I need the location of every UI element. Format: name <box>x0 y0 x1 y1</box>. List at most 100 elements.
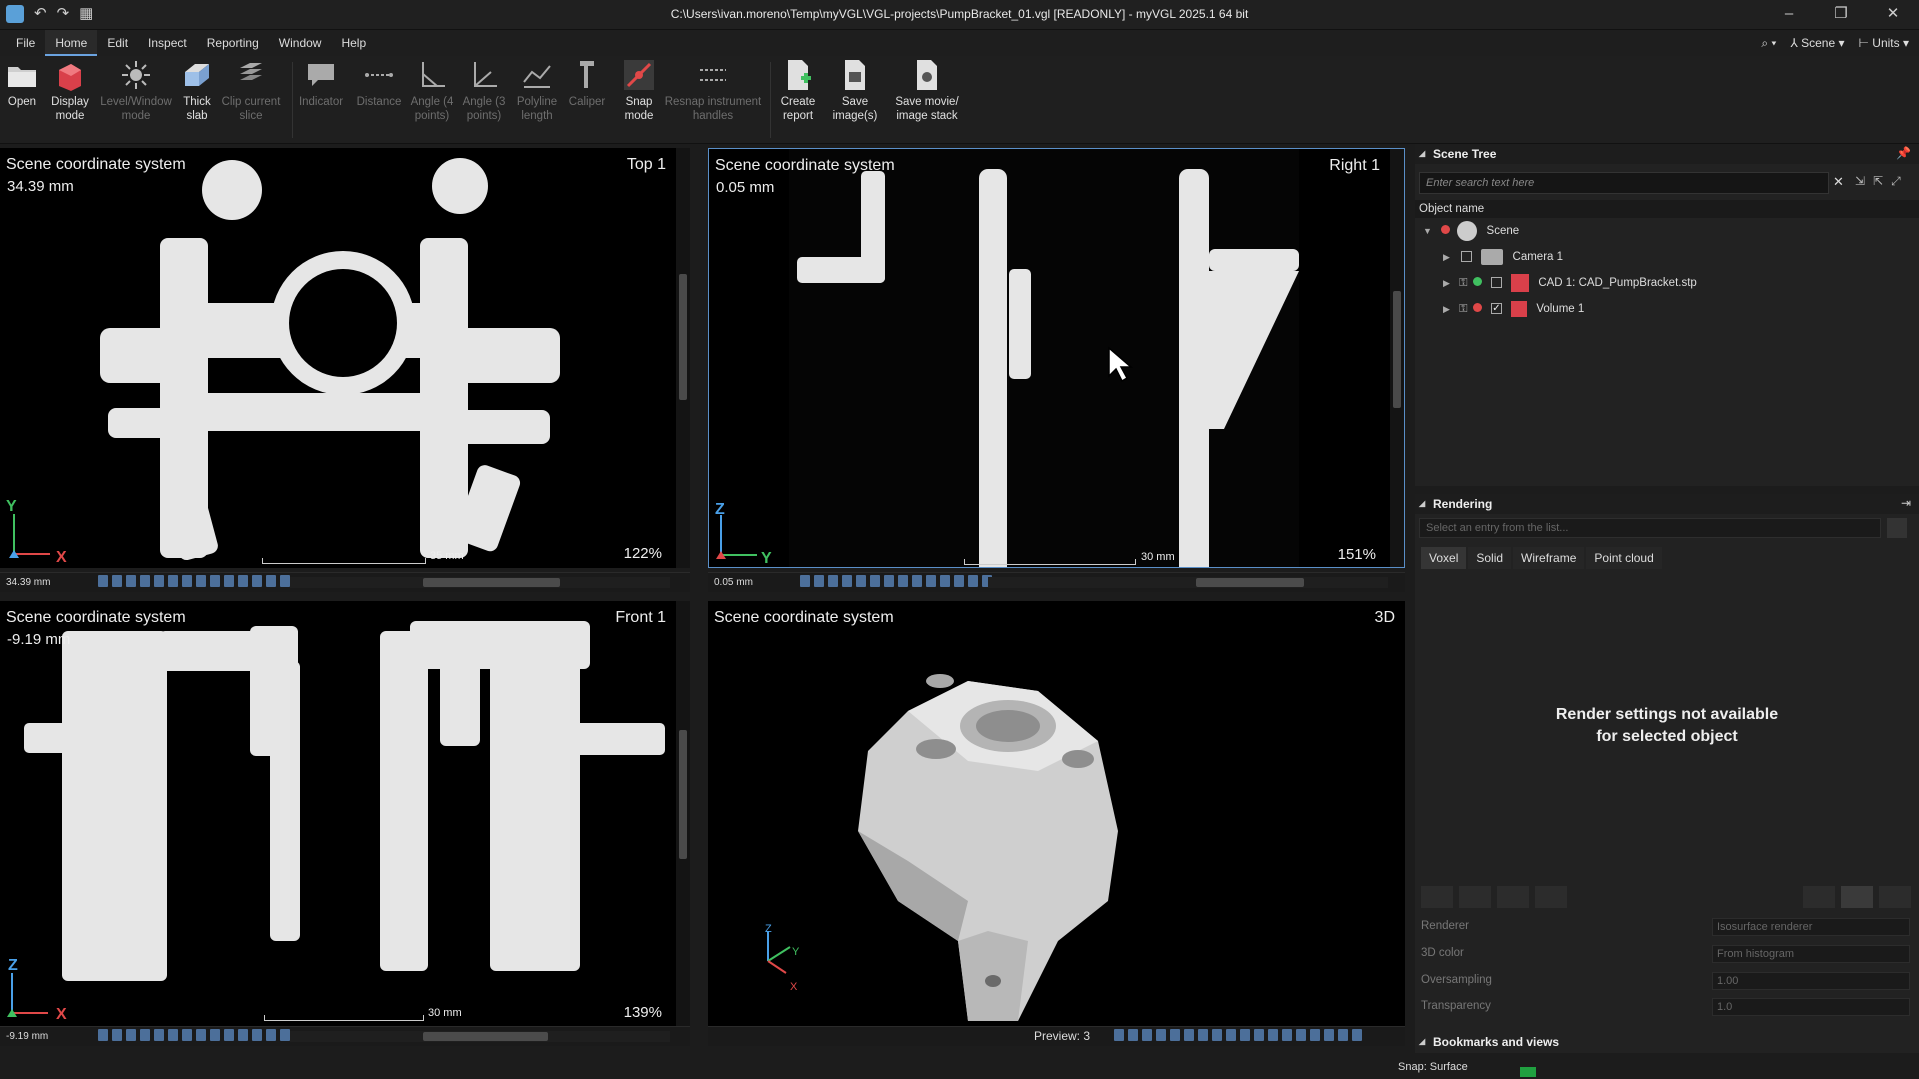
menu-help[interactable]: Help <box>331 30 376 56</box>
search-icon[interactable]: ⌕ ▾ <box>1761 30 1776 56</box>
menu-file[interactable]: File <box>6 30 45 56</box>
viewport-right[interactable]: Scene coordinate system 0.05 mm Right 1 … <box>708 148 1405 568</box>
slice-position: -9.19 mm <box>7 631 71 648</box>
scene-tree-search-input[interactable]: Enter search text here <box>1419 172 1829 194</box>
bookmarks-title[interactable]: Bookmarks and views <box>1415 1032 1919 1052</box>
scrollbar-thumb[interactable] <box>1196 578 1304 587</box>
scene-dropdown[interactable]: ⅄ Scene ▾ <box>1790 30 1844 56</box>
pin-icon[interactable]: ⇥ <box>1901 496 1911 510</box>
distance-button[interactable]: Distance <box>352 58 406 109</box>
menu-home[interactable]: Home <box>45 30 98 56</box>
tree-item-scene[interactable]: ▼ Scene <box>1423 220 1519 242</box>
create-report-button[interactable]: Create report <box>776 58 820 123</box>
tree-item-volume[interactable]: ▶ ⚿ ✓ Volume 1 <box>1443 298 1584 320</box>
tab-wireframe[interactable]: Wireframe <box>1513 547 1585 569</box>
scene-tree-title[interactable]: Scene Tree <box>1415 144 1919 164</box>
scrollbar-thumb[interactable] <box>423 578 560 587</box>
close-button[interactable]: ✕ <box>1867 0 1919 30</box>
slice-scrollbar[interactable] <box>290 577 670 588</box>
visibility-checkbox[interactable] <box>1461 251 1473 263</box>
resnap-button[interactable]: Resnap instrument handles <box>660 58 766 123</box>
tree-toolbar[interactable]: ⇲ ⇱ ⤢ <box>1855 174 1901 189</box>
indicator-button[interactable]: Indicator <box>297 58 345 109</box>
save-preset-icon[interactable] <box>1887 518 1907 538</box>
snap-mode-button[interactable]: Snap mode <box>618 58 660 123</box>
chevron-down-icon[interactable]: ▼ <box>1423 226 1432 236</box>
units-dropdown[interactable]: ⊢ Units ▾ <box>1859 30 1910 56</box>
clip-slice-button[interactable]: Clip current slice <box>218 58 284 123</box>
viewport-3d[interactable]: Scene coordinate system 3D Z Y X <box>708 601 1405 1026</box>
viewport-vertical-scrollbar[interactable] <box>676 148 690 568</box>
tree-column-header[interactable]: Object name <box>1415 200 1919 218</box>
status-dot-icon <box>1441 225 1451 234</box>
collapse-icon[interactable]: ⇱ <box>1873 174 1883 189</box>
filter-icon[interactable]: ⤢ <box>1891 174 1901 189</box>
axis-label-z: Z <box>8 957 18 974</box>
preview-level[interactable]: Preview: 3 <box>1034 1029 1090 1043</box>
status-indicator <box>1520 1067 1536 1077</box>
viewport-top[interactable]: Scene coordinate system 34.39 mm Top 1 1… <box>0 148 690 568</box>
slice-position-field[interactable]: 0.05 mm <box>714 576 794 590</box>
3d-color-select[interactable]: From histogram <box>1712 945 1910 963</box>
scrollbar-thumb[interactable] <box>423 1032 549 1041</box>
viewport-tool-icons[interactable] <box>1114 1029 1362 1041</box>
caliper-button[interactable]: Caliper <box>566 58 608 109</box>
scrollbar-thumb[interactable] <box>1393 291 1401 409</box>
menu-window[interactable]: Window <box>269 30 332 56</box>
slice-scrollbar[interactable] <box>988 577 1388 588</box>
chevron-right-icon[interactable]: ▶ <box>1443 304 1450 314</box>
tab-voxel[interactable]: Voxel <box>1421 547 1467 569</box>
slice-position-field[interactable]: -9.19 mm <box>6 1030 86 1044</box>
viewport-tool-icons[interactable] <box>98 1029 290 1041</box>
angle-3-button[interactable]: Angle (3 points) <box>460 58 508 123</box>
tree-item-camera[interactable]: ▶ Camera 1 <box>1443 246 1563 268</box>
polyline-button[interactable]: Polyline length <box>512 58 562 123</box>
lock-icon[interactable]: ⚿ <box>1459 303 1467 315</box>
minimize-button[interactable]: – <box>1763 0 1815 30</box>
clear-search-icon[interactable]: ✕ <box>1833 174 1844 190</box>
viewport-tool-icons[interactable] <box>98 575 290 587</box>
display-mode-button[interactable]: Display mode <box>48 58 92 123</box>
restore-button[interactable]: ❐ <box>1815 0 1867 30</box>
chevron-right-icon[interactable]: ▶ <box>1443 278 1450 288</box>
chevron-right-icon[interactable]: ▶ <box>1443 252 1450 262</box>
viewport-vertical-scrollbar[interactable] <box>1390 149 1404 567</box>
scrollbar-thumb[interactable] <box>679 274 687 400</box>
prop-renderer-label: Renderer <box>1421 920 1469 932</box>
render-tools-left[interactable] <box>1421 886 1567 908</box>
indicator-label: Indicator <box>298 96 344 108</box>
pin-icon[interactable]: 📌 <box>1896 146 1911 160</box>
menu-edit[interactable]: Edit <box>97 30 138 56</box>
status-bar: Snap: Surface <box>0 1057 1919 1079</box>
tab-point-cloud[interactable]: Point cloud <box>1586 547 1662 569</box>
viewport-vertical-scrollbar[interactable] <box>676 601 690 1031</box>
scrollbar-thumb[interactable] <box>679 730 687 859</box>
viewport-front[interactable]: Scene coordinate system -9.19 mm Front 1… <box>0 601 690 1031</box>
slice-scrollbar[interactable] <box>290 1031 670 1042</box>
open-button[interactable]: Open <box>4 58 40 109</box>
expand-icon[interactable]: ⇲ <box>1855 174 1865 189</box>
tab-solid[interactable]: Solid <box>1468 547 1512 569</box>
slice-position-field[interactable]: 34.39 mm <box>6 576 86 590</box>
window-title: C:\Users\ivan.moreno\Temp\myVGL\VGL-proj… <box>670 7 1249 21</box>
viewport-tool-icons[interactable] <box>800 575 992 587</box>
viewport-name: Top 1 <box>626 156 666 173</box>
lock-icon[interactable]: ⚿ <box>1459 277 1467 289</box>
visibility-checkbox[interactable] <box>1490 277 1502 289</box>
visibility-checkbox-checked[interactable]: ✓ <box>1490 303 1502 315</box>
tree-item-cad[interactable]: ▶ ⚿ CAD 1: CAD_PumpBracket.stp <box>1443 272 1697 294</box>
angle-4-button[interactable]: Angle (4 points) <box>408 58 456 123</box>
menu-inspect[interactable]: Inspect <box>138 30 197 56</box>
save-movie-button[interactable]: Save movie/ image stack <box>890 58 964 123</box>
transparency-spinner[interactable]: 1.0 <box>1712 998 1910 1016</box>
oversampling-spinner[interactable]: 1.00 <box>1712 972 1910 990</box>
axis-label-y: Y <box>6 498 17 515</box>
save-images-button[interactable]: Save image(s) <box>828 58 882 123</box>
render-tools-right[interactable] <box>1803 886 1911 908</box>
preset-select[interactable]: Select an entry from the list... <box>1419 518 1881 538</box>
rendering-title[interactable]: Rendering <box>1415 494 1919 514</box>
level-window-button[interactable]: Level/Window mode <box>98 58 174 123</box>
renderer-select[interactable]: Isosurface renderer <box>1712 918 1910 936</box>
thick-slab-button[interactable]: Thick slab <box>176 58 218 123</box>
menu-reporting[interactable]: Reporting <box>197 30 269 56</box>
